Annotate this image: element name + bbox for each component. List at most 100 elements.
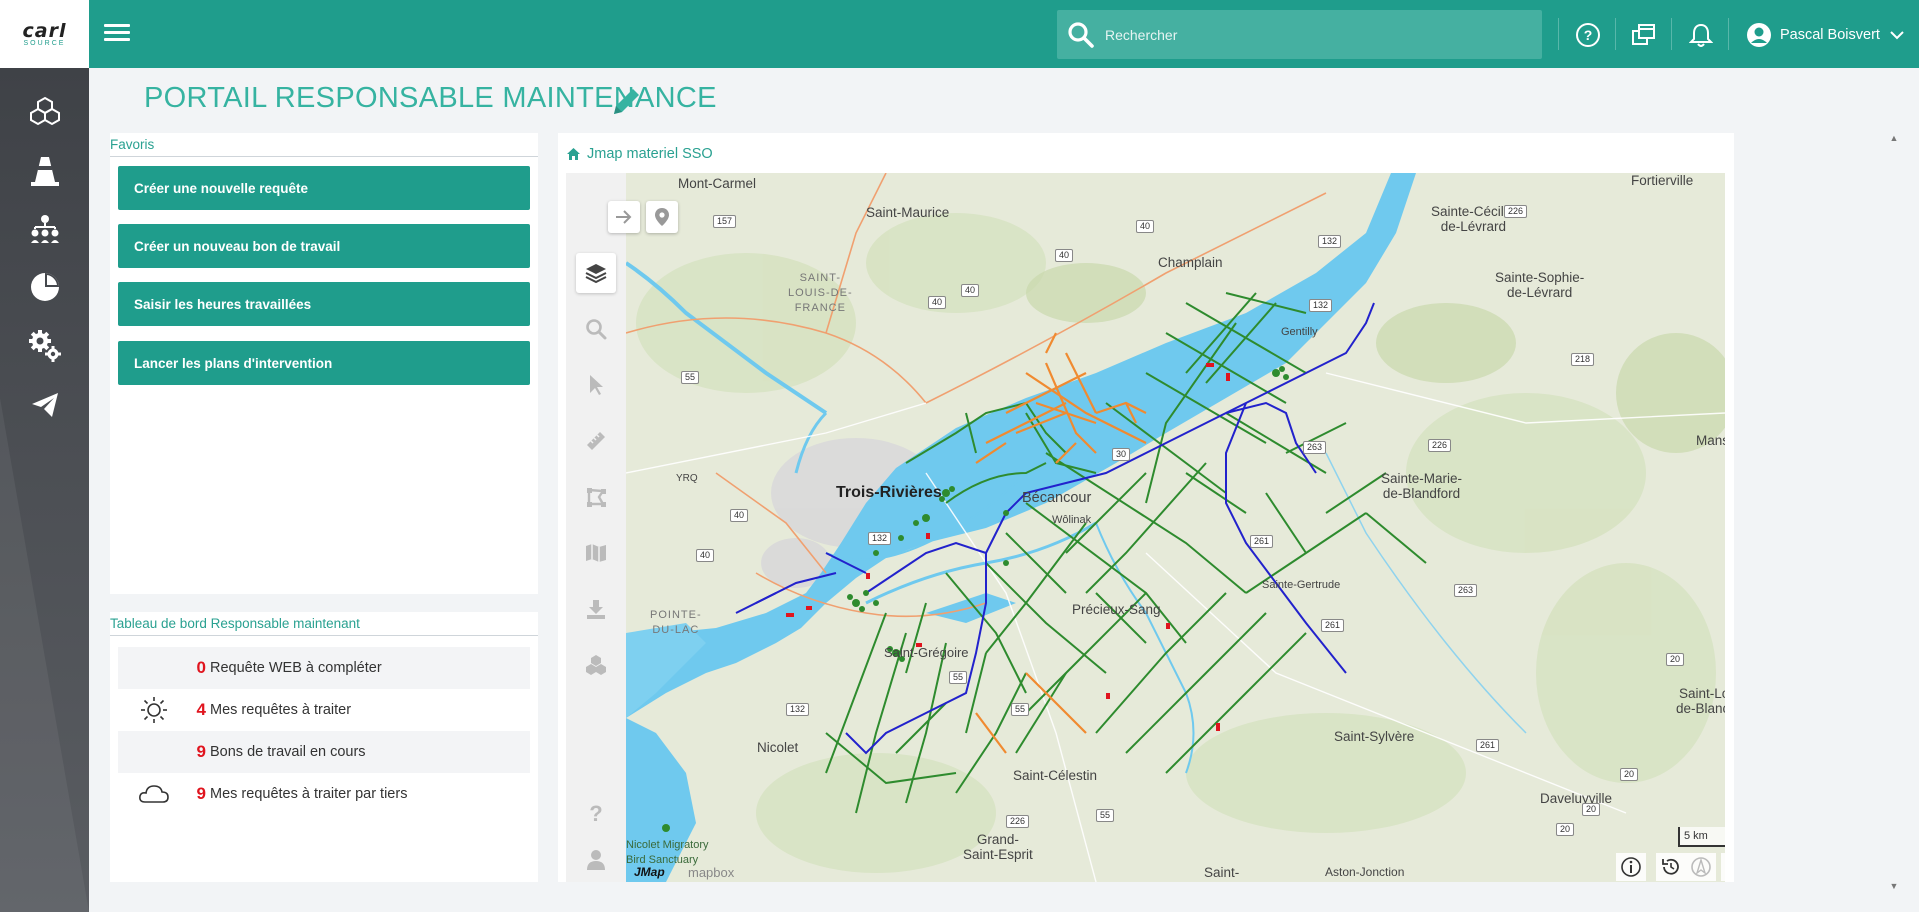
info-icon[interactable]	[1616, 853, 1646, 881]
search-bar[interactable]	[1057, 10, 1542, 59]
map-label: SAINT- LOUIS-DE- FRANCE	[788, 272, 853, 314]
map-label: Aston-Jonction	[1325, 865, 1405, 879]
map-label: Précieux-Sang	[1072, 602, 1161, 617]
search-input[interactable]	[1105, 26, 1525, 43]
user-name: Pascal Boisvert	[1780, 27, 1880, 43]
road-shield: 55	[949, 671, 968, 684]
search-icon[interactable]	[1057, 10, 1105, 59]
road-shield: 20	[1556, 823, 1575, 836]
enter-hours-button[interactable]: Saisir les heures travaillées	[118, 282, 530, 326]
carl-source-logo[interactable]: carl SOURCE	[0, 0, 89, 68]
user-icon	[1747, 23, 1771, 47]
mapbox-attribution[interactable]: mapbox	[688, 865, 734, 880]
pie-chart-icon[interactable]	[0, 261, 89, 313]
count-badge: 9	[196, 742, 206, 761]
user-menu[interactable]: Pascal Boisvert	[1746, 20, 1904, 50]
home-icon[interactable]	[566, 147, 581, 161]
map-label: Saint-Célestin	[1013, 768, 1098, 783]
hierarchy-icon[interactable]	[0, 203, 89, 255]
search-icon[interactable]	[576, 309, 616, 349]
pencil-icon[interactable]	[610, 84, 644, 118]
road-shield: 20	[1620, 768, 1639, 781]
divider	[1615, 18, 1616, 50]
road-shield: 55	[1096, 809, 1115, 822]
road-shield: 20	[1666, 653, 1685, 666]
cubes-icon[interactable]	[0, 86, 89, 138]
map-icon[interactable]	[576, 533, 616, 573]
map-title-text: Jmap materiel SSO	[587, 146, 713, 162]
road-shield: 226	[1428, 439, 1452, 452]
road-shield: 40	[730, 509, 749, 522]
road-shield: 218	[1571, 353, 1595, 366]
arrow-right-icon[interactable]	[608, 201, 640, 233]
question-icon[interactable]: ?	[576, 793, 616, 833]
map-label: Champlain	[1158, 255, 1223, 270]
location-pin-icon[interactable]	[646, 201, 678, 233]
divider	[1728, 18, 1729, 50]
map-label: Saint-Lo de-Blanc	[1676, 686, 1725, 716]
map-label: YRQ	[676, 473, 698, 484]
paper-plane-icon[interactable]	[0, 379, 89, 431]
cubes-icon[interactable]	[576, 645, 616, 685]
map-label: Saint-	[1204, 865, 1240, 880]
map-label: Daveluyville	[1540, 791, 1613, 806]
scroll-up-icon[interactable]: ▲	[1888, 133, 1900, 145]
map-canvas[interactable]: Mont-Carmel Saint-Maurice Champlain Fort…	[626, 173, 1725, 882]
row-label: Requête WEB à compléter	[210, 660, 382, 676]
history-icon[interactable]	[1656, 853, 1686, 881]
road-shield: 157	[713, 215, 737, 228]
road-shield: 55	[681, 371, 700, 384]
road-shield: 263	[1303, 441, 1327, 454]
sidebar	[0, 68, 89, 912]
download-icon[interactable]	[576, 589, 616, 629]
logo-main-text: carl	[22, 19, 67, 42]
bell-icon[interactable]	[1686, 20, 1716, 50]
create-work-order-button[interactable]: Créer un nouveau bon de travail	[118, 224, 530, 268]
logo-sub-text: SOURCE	[23, 39, 66, 47]
road-shield: 55	[1011, 703, 1030, 716]
road-shield: 261	[1321, 619, 1345, 632]
ruler-icon[interactable]	[576, 421, 616, 461]
pointer-icon[interactable]	[576, 365, 616, 405]
dashboard-row[interactable]: 4 Mes requêtes à traiter	[118, 689, 530, 731]
svg-text:?: ?	[1584, 27, 1593, 43]
road-shield: 226	[1504, 205, 1528, 218]
dashboard-row[interactable]: 0 Requête WEB à compléter	[118, 647, 530, 689]
count-badge: 9	[196, 784, 206, 803]
road-shield: 40	[961, 284, 980, 297]
svg-text:?: ?	[589, 802, 602, 824]
count-badge: 0	[196, 658, 206, 677]
count-badge: 4	[196, 700, 206, 719]
scroll-down-icon[interactable]: ▼	[1888, 881, 1900, 893]
road-shield: 263	[1454, 584, 1478, 597]
road-shield: 226	[1006, 815, 1030, 828]
row-label: Bons de travail en cours	[210, 744, 366, 760]
divider	[1671, 18, 1672, 50]
dashboard-row[interactable]: 9 Bons de travail en cours	[118, 731, 530, 773]
chevron-down-icon	[1890, 31, 1904, 40]
map-label: Manse	[1696, 433, 1725, 448]
map-label: Trois-Rivières	[836, 484, 942, 501]
map-label: Sainte-Gertrude	[1262, 579, 1341, 591]
row-label: Mes requêtes à traiter par tiers	[210, 786, 408, 802]
page-scrollbar[interactable]: ▲ ▼	[1888, 133, 1900, 893]
row-label: Mes requêtes à traiter	[210, 702, 352, 718]
hamburger-menu-button[interactable]	[104, 20, 130, 48]
map-view[interactable]: ? Mont-Carmel Saint-Maurice Champlain Fo…	[566, 173, 1725, 882]
map-label: Sainte-Marie- de-Blandford	[1381, 471, 1463, 501]
launch-plans-button[interactable]: Lancer les plans d'intervention	[118, 341, 530, 385]
compass-icon[interactable]	[1686, 853, 1716, 881]
windows-icon[interactable]	[1629, 20, 1659, 50]
map-title: Jmap materiel SSO	[566, 146, 713, 162]
gears-icon[interactable]	[0, 320, 89, 372]
create-request-button[interactable]: Créer une nouvelle requête	[118, 166, 530, 210]
traffic-cone-icon[interactable]	[0, 145, 89, 197]
dashboard-row[interactable]: 9 Mes requêtes à traiter par tiers	[118, 773, 530, 815]
locate-icon[interactable]	[1721, 853, 1725, 881]
scale-bar: 5 km	[1678, 827, 1725, 847]
road-shield: 40	[696, 549, 715, 562]
draw-polygon-icon[interactable]	[576, 477, 616, 517]
help-icon[interactable]: ?	[1573, 20, 1603, 50]
layers-icon[interactable]	[576, 253, 616, 293]
user-icon[interactable]	[576, 839, 616, 879]
